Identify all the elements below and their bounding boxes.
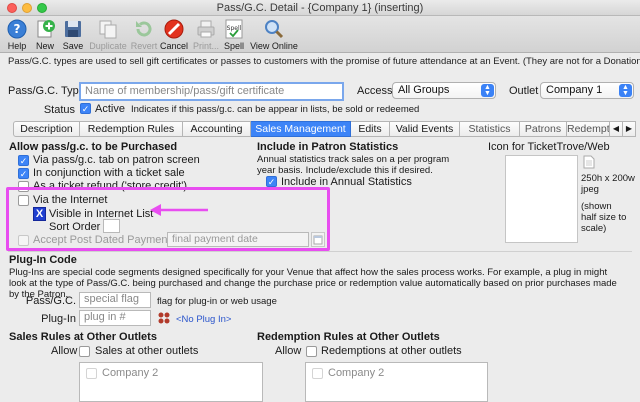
annual-stats-label: Include in Annual Statistics — [281, 176, 412, 188]
tab-accounting[interactable]: Accounting — [183, 121, 251, 137]
special-flag-note: flag for plug-in or web usage — [157, 296, 277, 307]
plugin-number-input[interactable]: plug in # — [79, 310, 151, 326]
dropdown-arrow-icon: ▲ ▼ — [619, 84, 632, 97]
plugin-label: Plug-In — [41, 313, 76, 325]
status-label: Status — [43, 104, 75, 116]
tab-scroll-left-button[interactable]: ◀ — [610, 121, 623, 137]
tab-redemption-rules[interactable]: Redemption Rules — [80, 121, 183, 137]
redemption-outlets-list[interactable]: Company 2 — [305, 362, 488, 402]
duplicate-button[interactable]: Duplicate — [88, 16, 128, 53]
icon-size-note: 250h x 200w jpeg — [581, 173, 635, 195]
stats-heading: Include in Patron Statistics — [257, 141, 399, 153]
status-note: Indicates if this pass/g.c. can be appea… — [131, 104, 420, 115]
no-plugin-link[interactable]: <No Plug In> — [176, 314, 231, 325]
new-document-icon — [37, 20, 55, 38]
toolbar: ? Help New Save Duplicate Revert Cancel … — [0, 16, 640, 53]
type-input[interactable]: Name of membership/pass/gift certificate — [79, 82, 344, 101]
plugin-lookup-icon[interactable] — [157, 311, 171, 324]
conjunction-label: In conjunction with a ticket sale — [33, 167, 185, 179]
sales-company-2-label: Company 2 — [102, 367, 159, 379]
sales-allow-label: Allow — [51, 345, 78, 357]
sort-order-label: Sort Order — [49, 221, 101, 233]
svg-text:?: ? — [14, 22, 21, 36]
icon-image-well[interactable] — [505, 155, 578, 243]
magnifier-icon — [265, 20, 284, 39]
svg-text:Spell: Spell — [227, 25, 242, 32]
tab-statistics[interactable]: Statistics — [460, 121, 520, 137]
window-title: Pass/G.C. Detail - {Company 1} (insertin… — [216, 2, 424, 14]
special-flag-input[interactable]: special flag — [79, 292, 151, 308]
printer-icon — [197, 20, 215, 38]
tab-sales-management[interactable]: Sales Management — [251, 121, 351, 137]
redemption-other-outlets-label: Redemptions at other outlets — [321, 345, 462, 357]
via-tab-checkbox[interactable]: ✓ — [18, 155, 29, 166]
tab-bar: Description Redemption Rules Accounting … — [13, 121, 636, 137]
tab-patrons[interactable]: Patrons — [520, 121, 567, 137]
spell-check-icon: Spell — [225, 19, 243, 39]
status-active-checkbox[interactable]: ✓ — [80, 103, 91, 114]
title-bar: Pass/G.C. Detail - {Company 1} (insertin… — [0, 0, 640, 16]
purchase-heading: Allow pass/g.c. to be Purchased — [9, 141, 178, 153]
status-active-label: Active — [95, 103, 125, 115]
tab-scroll-right-button[interactable]: ▶ — [623, 121, 636, 137]
sales-company-2-checkbox[interactable] — [86, 368, 97, 379]
annual-stats-checkbox[interactable]: ✓ — [266, 176, 277, 187]
description-text: Pass/G.C. types are used to sell gift ce… — [8, 56, 640, 67]
section-divider — [8, 251, 632, 252]
sales-other-outlets-checkbox[interactable] — [79, 346, 90, 357]
save-icon — [65, 21, 81, 37]
outlet-select[interactable]: Company 1 ▲ ▼ — [540, 82, 634, 99]
dropdown-arrow-icon: ▲ ▼ — [481, 84, 494, 97]
calendar-icon — [313, 235, 323, 245]
post-dated-label: Accept Post Dated Payments — [33, 234, 177, 246]
save-button[interactable]: Save — [61, 16, 85, 53]
type-label: Pass/G.C. Type — [8, 85, 85, 97]
tab-edits[interactable]: Edits — [351, 121, 390, 137]
access-label: Access — [357, 85, 393, 97]
access-select[interactable]: All Groups ▲ ▼ — [392, 82, 496, 99]
spell-button[interactable]: Spell Spell — [222, 16, 246, 53]
post-dated-checkbox[interactable] — [18, 235, 29, 246]
arrow-annotation-icon — [150, 204, 208, 216]
revert-button[interactable]: Revert — [130, 16, 158, 53]
conjunction-checkbox[interactable]: ✓ — [18, 168, 29, 179]
internet-checkbox[interactable] — [18, 195, 29, 206]
cancel-button[interactable]: Cancel — [160, 16, 188, 53]
document-icon[interactable] — [583, 155, 595, 169]
outlet-label: Outlet — [509, 85, 539, 97]
redemption-other-outlets-checkbox[interactable] — [306, 346, 317, 357]
sales-outlets-list[interactable]: Company 2 — [79, 362, 263, 402]
revert-icon — [136, 21, 152, 37]
icon-scale-note: (shown half size to scale) — [581, 201, 627, 234]
visible-checkbox[interactable]: X — [33, 207, 46, 221]
calendar-button[interactable] — [311, 232, 325, 247]
view-online-button[interactable]: View Online — [250, 16, 298, 53]
tab-description[interactable]: Description — [13, 121, 80, 137]
visible-label: Visible in Internet List — [49, 208, 154, 220]
print-button[interactable]: Print... — [192, 16, 220, 53]
redemption-rules-heading: Redemption Rules at Other Outlets — [257, 331, 440, 343]
redemption-company-2-label: Company 2 — [328, 367, 385, 379]
final-payment-input[interactable]: final payment date — [167, 232, 309, 247]
sales-other-outlets-label: Sales at other outlets — [95, 345, 199, 357]
cancel-icon — [164, 19, 184, 39]
tab-valid-events[interactable]: Valid Events — [390, 121, 460, 137]
redemption-company-2-checkbox[interactable] — [312, 368, 323, 379]
passgc-flag-label: Pass/G.C. — [25, 295, 76, 307]
help-icon: ? — [7, 19, 27, 39]
stats-note: Annual statistics track sales on a per p… — [257, 154, 450, 176]
redemption-allow-label: Allow — [275, 345, 302, 357]
tab-redemptions[interactable]: Redempti — [567, 121, 610, 137]
help-button[interactable]: ? Help — [4, 16, 30, 53]
plugin-heading: Plug-In Code — [9, 254, 77, 266]
icon-panel-heading: Icon for TicketTrove/Web — [488, 141, 610, 153]
via-tab-label: Via pass/g.c. tab on patron screen — [33, 154, 200, 166]
new-button[interactable]: New — [33, 16, 57, 53]
internet-label: Via the Internet — [33, 194, 108, 206]
duplicate-icon — [99, 20, 117, 39]
sort-order-input[interactable] — [103, 219, 120, 233]
sales-rules-heading: Sales Rules at Other Outlets — [9, 331, 157, 343]
